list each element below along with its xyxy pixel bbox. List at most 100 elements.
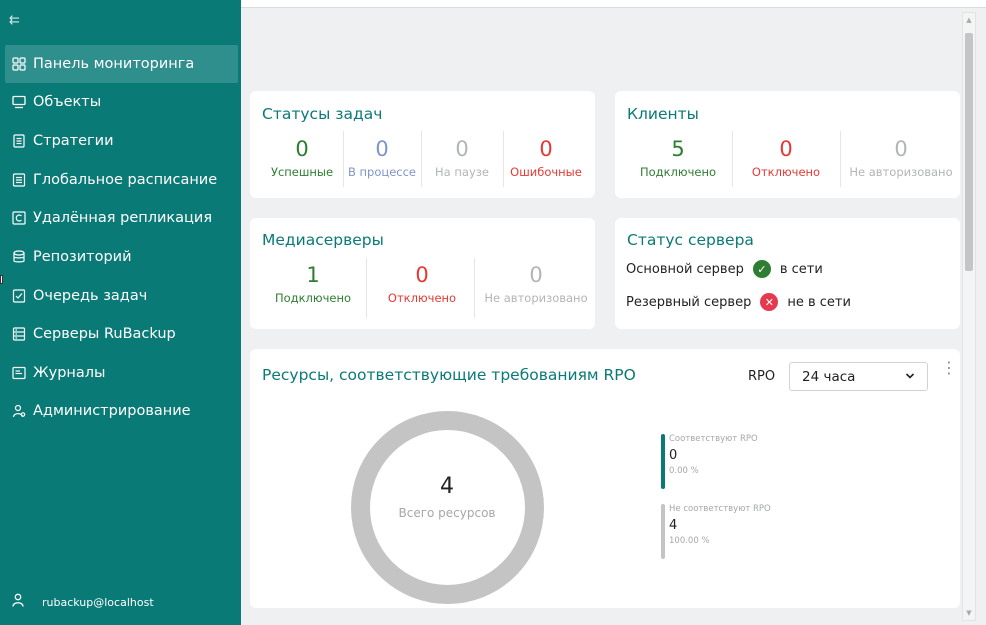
stat-label: Не авторизовано — [849, 165, 953, 179]
divider — [366, 258, 367, 318]
stat-label: Ошибочные — [510, 165, 582, 179]
sidebar-item-global-schedule[interactable]: Глобальное расписание — [5, 161, 238, 199]
stat-clients-disconnected[interactable]: 0 Отключено — [737, 137, 835, 179]
stat-label: Не авторизовано — [484, 291, 588, 305]
sidebar-item-label: Объекты — [33, 94, 102, 110]
user-icon — [12, 593, 24, 611]
chevron-down-icon — [905, 371, 915, 384]
stat-media-connected[interactable]: 1 Подключено — [264, 263, 362, 305]
stat-label: Успешные — [270, 165, 334, 179]
sidebar-item-administration[interactable]: Администрирование — [5, 392, 238, 430]
sidebar-item-label: Серверы RuBackup — [33, 326, 176, 342]
card-title: Медиасерверы — [262, 231, 384, 249]
stat-value: 0 — [375, 137, 389, 161]
clients-card: Клиенты 5 Подключено 0 Отключено 0 Не ав… — [615, 91, 960, 198]
stat-value: 0 — [455, 137, 469, 161]
queue-icon — [12, 289, 26, 303]
backup-server-row: Резервный сервер ✕ не в сети — [626, 293, 851, 311]
sidebar-item-repository[interactable]: Репозиторий — [5, 238, 238, 276]
rpo-period-select[interactable]: 24 часа — [789, 362, 928, 391]
rpo-resources-card: Ресурсы, соответствующие требованиям RPO… — [250, 349, 960, 608]
scroll-thumb[interactable] — [965, 33, 973, 271]
stat-value: 0 — [529, 263, 543, 287]
stat-label: В процессе — [347, 165, 417, 179]
scrollbar[interactable]: ▲ ▼ — [962, 12, 976, 621]
legend-percent: 100.00 % — [669, 536, 710, 546]
stat-in-progress[interactable]: 0 В процессе — [344, 137, 420, 179]
sidebar-item-label: Стратегии — [33, 133, 114, 149]
replication-icon — [12, 211, 26, 225]
divider — [474, 258, 475, 318]
legend-title: Соответствуют RPO — [669, 434, 758, 444]
card-title: Ресурсы, соответствующие требованиям RPO — [262, 366, 636, 384]
sidebar-item-remote-replication[interactable]: Удалённая репликация — [5, 199, 238, 237]
monitor-icon — [12, 95, 26, 109]
log-icon — [12, 366, 26, 380]
sidebar-item-label: Удалённая репликация — [33, 210, 213, 226]
rpo-period-value: 24 часа — [802, 368, 856, 385]
admin-icon — [12, 404, 26, 418]
sidebar-item-dashboard[interactable]: Панель мониторинга — [5, 45, 238, 83]
stat-clients-connected[interactable]: 5 Подключено — [629, 137, 727, 179]
stat-value: 0 — [779, 137, 793, 161]
stat-value: 0 — [415, 263, 429, 287]
sidebar-item-label: Репозиторий — [33, 249, 132, 265]
scroll-down-icon[interactable]: ▼ — [965, 609, 973, 617]
stat-label: Подключено — [274, 291, 352, 305]
check-icon: ✓ — [752, 260, 771, 278]
sidebar: ⇇ Панель мониторинга Объекты Стратегии Г… — [0, 0, 241, 625]
dashboard-icon — [12, 57, 26, 71]
donut-center: 4 Всего ресурсов — [347, 474, 547, 520]
rpo-select-label: RPO — [748, 369, 776, 384]
stat-label: На паузе — [435, 165, 489, 179]
legend-compliant: Соответствуют RPO 0 0.00 % — [661, 434, 758, 489]
server-icon — [12, 327, 26, 341]
stat-media-unauthorized[interactable]: 0 Не авторизовано — [478, 263, 594, 305]
task-status-card: Статусы задач 0 Успешные 0 В процессе 0 … — [250, 91, 595, 198]
primary-server-row: Основной сервер ✓ в сети — [626, 260, 823, 278]
legend-value: 0 — [669, 448, 678, 463]
card-title: Статусы задач — [262, 105, 383, 123]
sidebar-item-rubackup-servers[interactable]: Серверы RuBackup — [5, 315, 238, 353]
stat-value: 0 — [539, 137, 553, 161]
card-title: Статус сервера — [627, 231, 754, 249]
legend-noncompliant: Не соответствуют RPO 4 100.00 % — [661, 504, 771, 559]
stat-value: 0 — [894, 137, 908, 161]
stat-value: 5 — [671, 137, 685, 161]
stat-value: 1 — [306, 263, 320, 287]
stat-failed[interactable]: 0 Ошибочные — [504, 137, 588, 179]
server-status-card: Статус сервера Основной сервер ✓ в сети … — [615, 218, 960, 329]
media-servers-card: Медиасерверы 1 Подключено 0 Отключено 0 … — [250, 218, 595, 329]
sidebar-item-strategies[interactable]: Стратегии — [5, 122, 238, 160]
window-edge-marker — [0, 275, 3, 284]
sidebar-item-task-queue[interactable]: Очередь задач — [5, 277, 238, 315]
divider — [732, 131, 733, 187]
user-account[interactable]: rubackup@localhost — [12, 593, 154, 611]
sidebar-item-label: Панель мониторинга — [33, 56, 195, 72]
total-resources-label: Всего ресурсов — [398, 506, 496, 520]
sidebar-item-logs[interactable]: Журналы — [5, 354, 238, 392]
database-icon — [12, 250, 26, 264]
stat-value: 0 — [295, 137, 309, 161]
schedule-icon — [12, 173, 26, 187]
stat-media-disconnected[interactable]: 0 Отключено — [373, 263, 471, 305]
stat-successful[interactable]: 0 Успешные — [262, 137, 342, 179]
scroll-up-icon[interactable]: ▲ — [965, 16, 973, 24]
sidebar-item-label: Глобальное расписание — [33, 172, 218, 188]
user-name: rubackup@localhost — [42, 595, 154, 609]
more-options-icon[interactable]: ⋮ — [941, 360, 957, 376]
stat-clients-unauthorized[interactable]: 0 Не авторизовано — [843, 137, 959, 179]
legend-value: 4 — [669, 518, 678, 533]
primary-server-status: в сети — [779, 261, 823, 277]
collapse-icon[interactable]: ⇇ — [9, 13, 20, 28]
sidebar-item-objects[interactable]: Объекты — [5, 83, 238, 121]
sidebar-item-label: Очередь задач — [33, 288, 148, 304]
backup-server-label: Резервный сервер — [626, 294, 752, 310]
stat-paused[interactable]: 0 На паузе — [422, 137, 502, 179]
legend-color-bar — [661, 504, 665, 559]
sidebar-item-label: Журналы — [33, 365, 106, 381]
divider — [840, 131, 841, 187]
sidebar-item-label: Администрирование — [33, 403, 191, 419]
primary-server-label: Основной сервер — [626, 261, 744, 277]
legend-color-bar — [661, 434, 665, 489]
